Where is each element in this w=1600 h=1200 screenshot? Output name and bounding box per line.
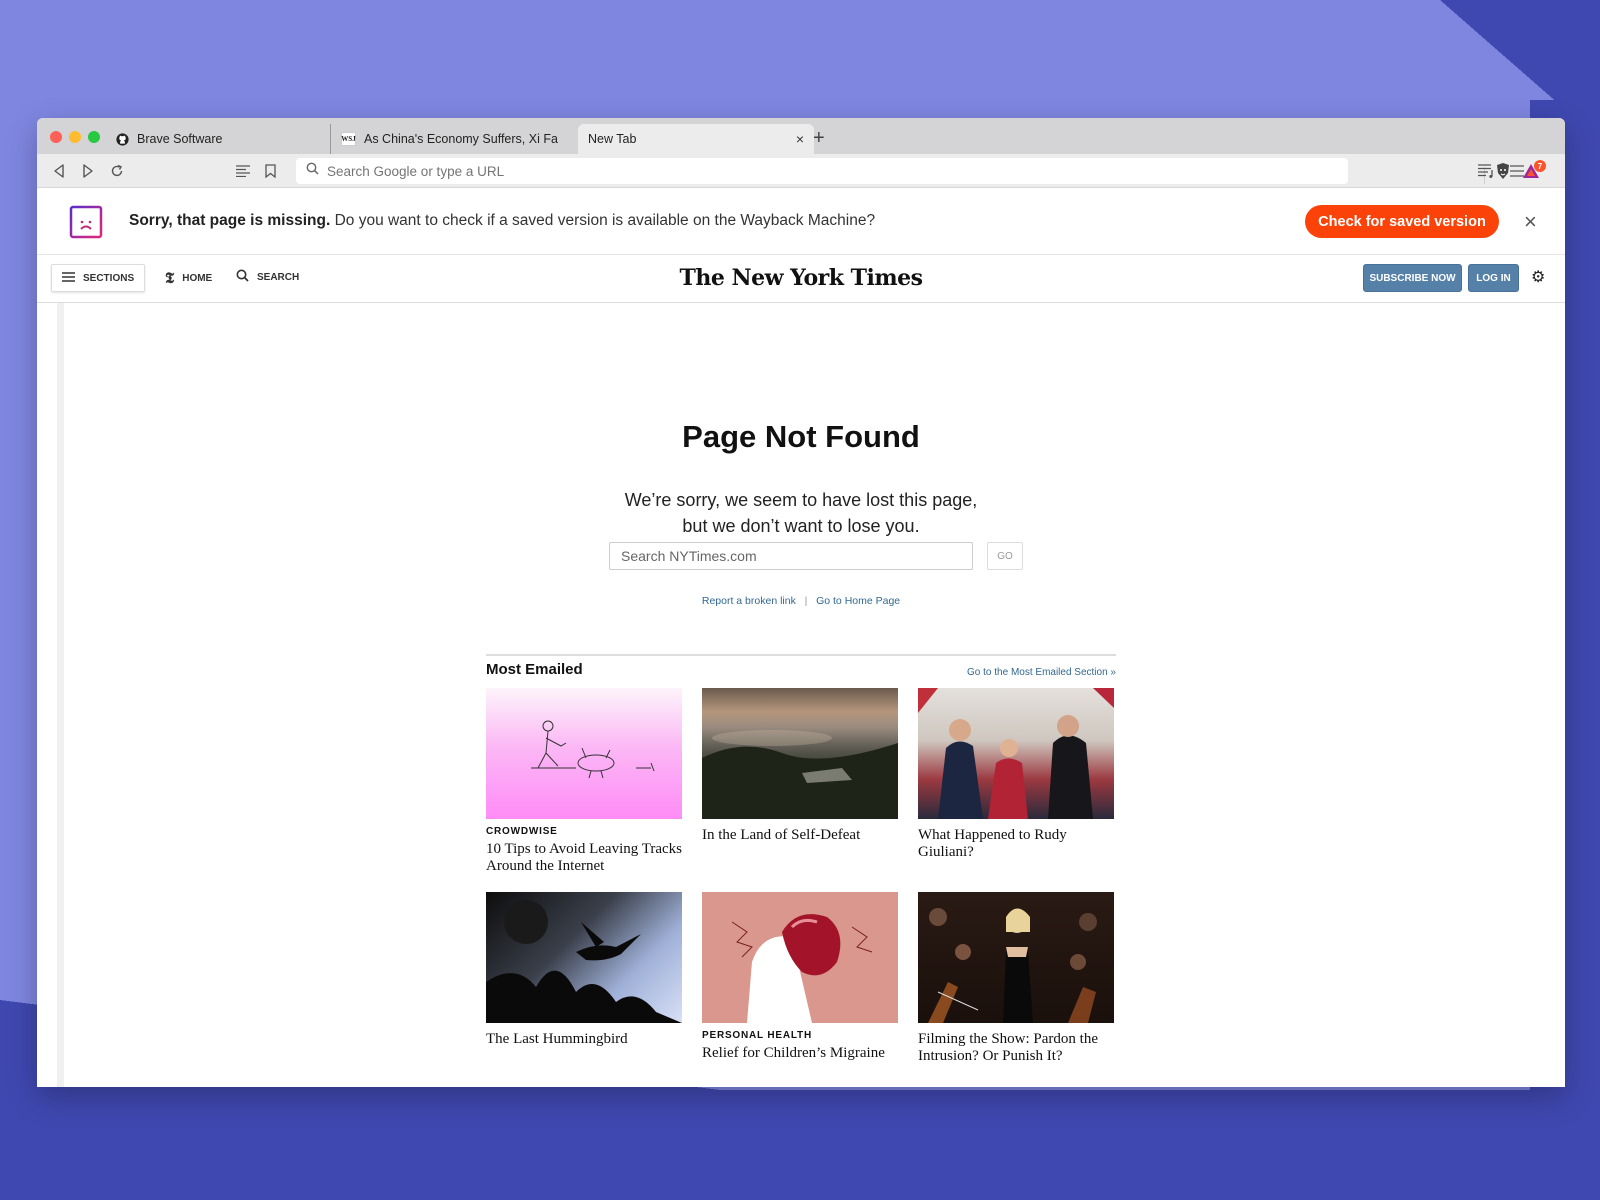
report-broken-link[interactable]: Report a broken link [702, 595, 796, 607]
article-headline[interactable]: The Last Hummingbird [486, 1031, 682, 1048]
article-kicker: CROWDWISE [486, 826, 558, 837]
article-card[interactable]: PERSONAL HEALTH Relief for Children’s Mi… [702, 892, 898, 1062]
search-icon [306, 162, 319, 180]
login-button[interactable]: LOG IN [1468, 264, 1519, 292]
new-tab-button[interactable]: + [813, 127, 825, 150]
separator: | [804, 595, 808, 607]
article-image[interactable] [486, 892, 682, 1023]
url-input[interactable] [327, 163, 1348, 179]
minimize-window-button[interactable] [69, 131, 81, 143]
browser-window: Brave Software × WSJ As China's Economy … [37, 118, 1565, 1087]
tab-wsj-article[interactable]: WSJ As China's Economy Suffers, Xi Fa × [330, 124, 613, 154]
close-window-button[interactable] [50, 131, 62, 143]
bookmark-icon[interactable] [261, 162, 279, 180]
wsj-icon: WSJ [341, 132, 356, 146]
not-found-message: We’re sorry, we seem to have lost this p… [624, 490, 978, 536]
infobar-bold-text: Sorry, that page is missing. [129, 212, 331, 229]
infobar-close-button[interactable]: × [1524, 209, 1537, 235]
infobar-message: Sorry, that page is missing. Do you want… [129, 212, 875, 230]
tab-bar: Brave Software × WSJ As China's Economy … [37, 118, 1565, 154]
article-headline[interactable]: 10 Tips to Avoid Leaving Tracks Around t… [486, 841, 682, 875]
article-image[interactable] [486, 688, 682, 819]
check-saved-version-button[interactable]: Check for saved version [1305, 205, 1499, 238]
article-kicker: PERSONAL HEALTH [702, 1030, 812, 1041]
menu-icon[interactable] [1508, 162, 1526, 180]
back-icon[interactable] [50, 162, 68, 180]
article-card[interactable]: In the Land of Self-Defeat [702, 688, 898, 844]
background-shape [0, 1090, 1600, 1200]
tab-new-tab[interactable]: New Tab × [578, 124, 814, 154]
gear-icon[interactable]: ⚙ [1531, 267, 1545, 287]
article-image[interactable] [702, 892, 898, 1023]
subscribe-button[interactable]: SUBSCRIBE NOW [1363, 264, 1462, 292]
tab-brave-software[interactable]: Brave Software × [105, 124, 367, 154]
article-image[interactable] [918, 892, 1114, 1023]
divider [486, 654, 1116, 656]
go-to-home-page-link[interactable]: Go to Home Page [816, 595, 900, 607]
maximize-window-button[interactable] [88, 131, 100, 143]
forward-icon[interactable] [79, 162, 97, 180]
sad-page-icon [69, 205, 103, 239]
infobar-text: Do you want to check if a saved version … [330, 212, 876, 229]
media-playlist-icon[interactable] [1478, 162, 1496, 180]
reload-icon[interactable] [108, 162, 126, 180]
wayback-infobar: Sorry, that page is missing. Do you want… [37, 189, 1565, 255]
article-card[interactable]: What Happened to Rudy Giuliani? [918, 688, 1114, 861]
github-icon [115, 132, 129, 146]
address-bar[interactable]: 7 [296, 158, 1546, 184]
rewards-badge-count: 7 [1534, 160, 1546, 172]
article-image[interactable] [918, 688, 1114, 819]
page-content: SECTIONS 𝕿 HOME SEARCH The New York Time… [37, 255, 1565, 1087]
go-button[interactable]: GO [987, 542, 1023, 570]
nyt-search-input[interactable] [609, 542, 973, 570]
window-controls [50, 131, 100, 143]
tab-close-button[interactable]: × [796, 131, 804, 147]
article-headline[interactable]: What Happened to Rudy Giuliani? [918, 827, 1114, 861]
article-card[interactable]: CROWDWISE 10 Tips to Avoid Leaving Track… [486, 688, 682, 875]
article-headline[interactable]: Relief for Children’s Migraine [702, 1045, 898, 1062]
nyt-logo[interactable]: The New York Times [37, 265, 1565, 291]
page-title: Page Not Found [682, 419, 920, 454]
article-image[interactable] [702, 688, 898, 819]
browser-toolbar: 7 [37, 154, 1565, 188]
article-headline[interactable]: Filming the Show: Pardon the Intrusion? … [918, 1031, 1114, 1065]
article-card[interactable]: Filming the Show: Pardon the Intrusion? … [918, 892, 1114, 1065]
reader-mode-icon[interactable] [234, 162, 252, 180]
article-card[interactable]: The Last Hummingbird [486, 892, 682, 1048]
nyt-header: SECTIONS 𝕿 HOME SEARCH The New York Time… [37, 255, 1565, 303]
help-links: Report a broken link | Go to Home Page [37, 595, 1565, 607]
article-headline[interactable]: In the Land of Self-Defeat [702, 827, 898, 844]
most-emailed-title: Most Emailed [486, 661, 583, 678]
most-emailed-section-link[interactable]: Go to the Most Emailed Section » [937, 667, 1116, 678]
